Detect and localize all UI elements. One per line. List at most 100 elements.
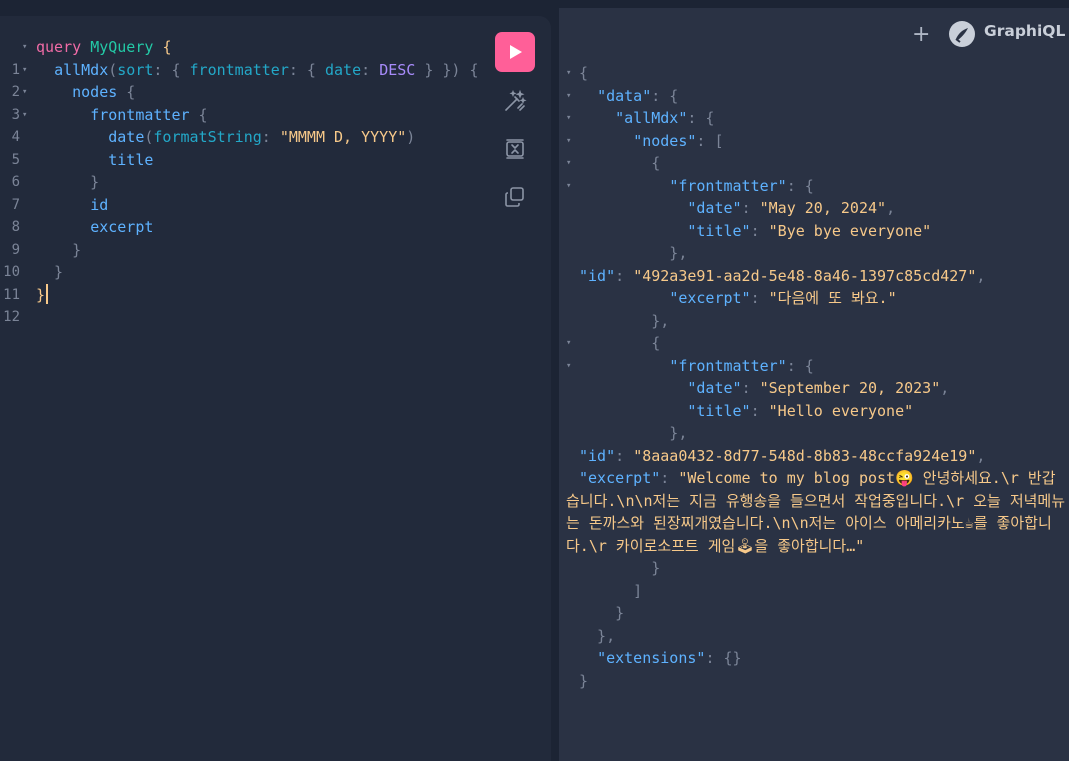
json-line: ▾{ [566, 62, 1066, 85]
line-number: 12 [3, 309, 20, 325]
fold-toggle-icon[interactable]: ▾ [566, 107, 571, 130]
fold-toggle-icon[interactable]: ▾ [566, 130, 571, 153]
json-line: ▾ { [566, 332, 1066, 355]
json-value: "다음에 또 봐요." [768, 289, 897, 307]
json-key: "frontmatter" [669, 356, 787, 375]
fold-toggle-icon[interactable]: ▾ [22, 59, 27, 82]
code-line-7[interactable]: 7 } [0, 171, 100, 213]
brace-token: { [162, 38, 172, 56]
code-line-2[interactable]: 2 ▾ allMdx(sort: { frontmatter: { date: … [0, 59, 479, 101]
fold-toggle-icon[interactable]: ▾ [22, 36, 27, 59]
app-brand: GraphiQL [984, 22, 1066, 40]
field-token: nodes [72, 83, 118, 101]
code-line-9[interactable]: 9 excerpt [0, 216, 154, 258]
json-key: "id" [579, 446, 616, 465]
json-line: }, [579, 626, 616, 645]
arg-token: sort [117, 60, 154, 79]
json-line: }, [579, 244, 688, 262]
enum-token: DESC [379, 60, 416, 79]
json-key: "title" [687, 221, 751, 240]
json-line: ] [579, 581, 643, 600]
json-line: ▾ "nodes": [ [566, 130, 1066, 153]
graphiql-logo-icon [949, 21, 975, 47]
json-line: "id": "492a3e91-aa2d-5e48-8a46-1397c85cd… [579, 266, 986, 285]
field-token: date [108, 128, 145, 146]
plus-icon: + [912, 22, 931, 47]
json-line: "date": "May 20, 2024", [687, 199, 896, 217]
json-line: "excerpt": "Welcome to my blog post😜 안녕하… [566, 469, 1066, 555]
keyword-token: query [36, 38, 82, 56]
code-line-10[interactable]: 10 } [0, 239, 81, 281]
json-line: } [579, 559, 661, 577]
json-value: {} [723, 649, 742, 667]
merge-icon [506, 139, 524, 159]
fold-toggle-icon[interactable]: ▾ [566, 85, 571, 108]
copy-icon [505, 187, 524, 207]
text-cursor [46, 283, 49, 304]
fold-toggle-icon[interactable]: ▾ [22, 104, 27, 127]
field-token: frontmatter [90, 105, 190, 124]
json-line: "id": "8aaa0432-8d77-548d-8b83-48ccfa924… [579, 446, 986, 465]
fold-toggle-icon[interactable]: ▾ [566, 355, 571, 378]
code-line-12[interactable]: 12 } [0, 283, 49, 325]
add-tab-button[interactable]: + [912, 22, 930, 47]
json-line: ▾ { [566, 152, 1066, 175]
json-key: "date" [687, 379, 742, 397]
code-line-8[interactable]: 8 id [0, 194, 109, 236]
operation-name: MyQuery [90, 38, 154, 56]
fold-toggle-icon[interactable]: ▾ [566, 175, 571, 198]
json-line: } [579, 604, 625, 622]
json-key: "excerpt" [579, 469, 661, 487]
arg-token: formatString [153, 128, 262, 146]
result-json: ▾{ ▾ "data": { ▾ "allMdx": { ▾ "nodes": … [566, 62, 1066, 692]
json-key: "data" [597, 86, 652, 105]
json-line: "title": "Bye bye everyone" [687, 221, 932, 240]
run-query-button[interactable] [495, 32, 535, 72]
fold-toggle-icon[interactable]: ▾ [22, 81, 27, 104]
top-strip [0, 0, 1069, 8]
string-token: "MMMM D, YYYY" [279, 128, 407, 146]
json-value: "May 20, 2024" [759, 199, 887, 217]
json-key: "frontmatter" [669, 176, 787, 195]
fold-toggle-icon[interactable]: ▾ [566, 152, 571, 175]
json-line: "title": "Hello everyone" [687, 401, 914, 420]
json-line: }, [579, 311, 670, 330]
field-token: allMdx [54, 60, 109, 79]
json-key: "extensions" [597, 649, 706, 667]
field-token: excerpt [90, 218, 154, 236]
json-key: "excerpt" [669, 289, 751, 307]
json-line: "excerpt": "다음에 또 봐요." [669, 289, 897, 307]
copy-query-button[interactable] [502, 184, 528, 210]
fold-toggle-icon[interactable]: ▾ [566, 332, 571, 355]
json-line: ▾ "frontmatter": { [566, 355, 1066, 378]
code-line-3[interactable]: 3 ▾ nodes { [0, 81, 136, 123]
json-line: "date": "September 20, 2023", [687, 379, 950, 397]
json-value: "Bye bye everyone" [768, 221, 932, 240]
merge-fragments-button[interactable] [502, 136, 528, 162]
json-line: } [579, 671, 589, 690]
json-line: }, [579, 424, 688, 442]
json-value: "Hello everyone" [768, 401, 914, 420]
code-line-6[interactable]: 6 title [0, 149, 154, 191]
fold-toggle-icon[interactable]: ▾ [566, 62, 571, 85]
json-line: "extensions": {} [597, 649, 742, 667]
field-token: title [108, 150, 154, 169]
code-line-11[interactable]: 11 } [0, 261, 63, 303]
code-line-5[interactable]: 5 date(formatString: "MMMM D, YYYY") [0, 126, 416, 168]
field-token: id [90, 195, 109, 214]
arg-token: frontmatter [189, 60, 289, 79]
prettify-button[interactable] [502, 88, 528, 114]
play-icon [510, 45, 522, 59]
json-line: ▾ "frontmatter": { [566, 175, 1066, 198]
query-code[interactable]: 1 ▾ query MyQuery { 2 ▾ allMdx(sort: { f… [0, 36, 479, 325]
json-value: "8aaa0432-8d77-548d-8b83-48ccfa924e19" [633, 446, 977, 465]
json-line: ▾ "data": { [566, 85, 1066, 108]
json-key: "allMdx" [615, 109, 688, 127]
code-line-1[interactable]: 1 ▾ query MyQuery { [0, 36, 172, 78]
arg-token: date [325, 60, 362, 79]
prettify-icon [505, 89, 527, 111]
code-line-4[interactable]: 4 ▾ frontmatter { [0, 104, 208, 146]
json-value: "September 20, 2023" [759, 379, 941, 397]
json-key: "title" [687, 401, 751, 420]
json-value: "492a3e91-aa2d-5e48-8a46-1397c85cd427" [633, 266, 977, 285]
